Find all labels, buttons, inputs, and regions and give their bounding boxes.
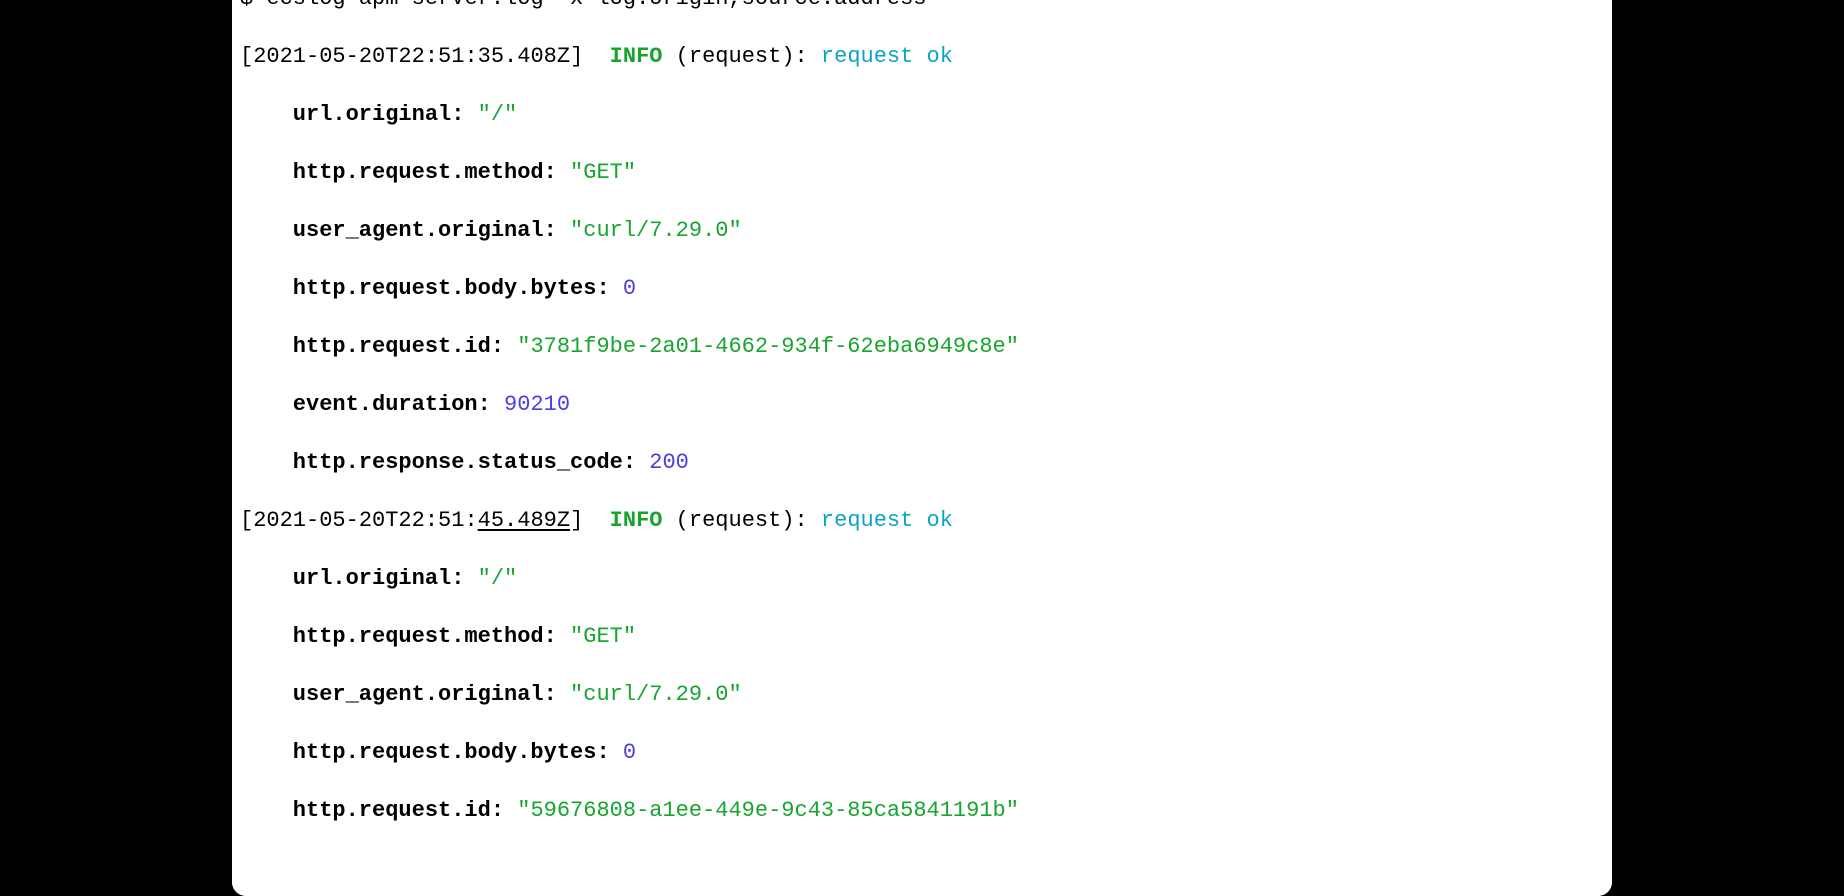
- field-key: http.request.body.bytes: [293, 740, 597, 765]
- log-header: [2021-05-20T22:51:45.489Z] INFO (request…: [240, 506, 1604, 535]
- logger-open: (: [662, 508, 688, 533]
- log-field: user_agent.original: "curl/7.29.0": [240, 680, 1604, 709]
- timestamp: 2021-05-20T22:51:35.408Z: [253, 44, 570, 69]
- field-value: "GET": [570, 624, 636, 649]
- field-value: 0: [623, 740, 636, 765]
- terminal-window: ecslog ⌥⌘2 $ ecslog apm-server.log -x lo…: [232, 0, 1612, 896]
- log-field: http.request.id: "3781f9be-2a01-4662-934…: [240, 332, 1604, 361]
- field-value: 0: [623, 276, 636, 301]
- log-field: http.request.method: "GET": [240, 622, 1604, 651]
- field-value: "/": [478, 102, 518, 127]
- command-text: ecslog apm-server.log -x log.origin,sour…: [266, 0, 926, 11]
- log-field: user_agent.original: "curl/7.29.0": [240, 216, 1604, 245]
- field-key: event.duration: [293, 392, 478, 417]
- logger-close: ):: [781, 508, 821, 533]
- field-value: "59676808-a1ee-449e-9c43-85ca5841191b": [517, 798, 1019, 823]
- field-key: http.response.status_code: [293, 450, 623, 475]
- log-header: [2021-05-20T22:51:35.408Z] INFO (request…: [240, 42, 1604, 71]
- log-level: INFO: [610, 44, 663, 69]
- field-key: http.request.method: [293, 624, 544, 649]
- log-field: http.request.method: "GET": [240, 158, 1604, 187]
- command-line: $ ecslog apm-server.log -x log.origin,so…: [240, 0, 1604, 13]
- log-field: http.request.id: "59676808-a1ee-449e-9c4…: [240, 796, 1604, 825]
- log-field: http.request.body.bytes: 0: [240, 274, 1604, 303]
- field-key: url.original: [293, 566, 451, 591]
- log-field: event.duration: 90210: [240, 390, 1604, 419]
- timestamp-close: ]: [570, 508, 610, 533]
- timestamp-open: [: [240, 44, 253, 69]
- field-key: url.original: [293, 102, 451, 127]
- field-value: "GET": [570, 160, 636, 185]
- log-message: request ok: [821, 508, 953, 533]
- logger-close: ):: [781, 44, 821, 69]
- field-key: http.request.method: [293, 160, 544, 185]
- prompt: $: [240, 0, 266, 11]
- logger-name: request: [689, 44, 781, 69]
- field-value: 90210: [504, 392, 570, 417]
- field-key: http.request.id: [293, 334, 491, 359]
- field-key: user_agent.original: [293, 682, 544, 707]
- log-field: url.original: "/": [240, 100, 1604, 129]
- field-value: "/": [478, 566, 518, 591]
- timestamp-prefix: 2021-05-20T22:51:: [253, 508, 477, 533]
- field-key: http.request.body.bytes: [293, 276, 597, 301]
- log-level: INFO: [610, 508, 663, 533]
- log-field: url.original: "/": [240, 564, 1604, 593]
- log-message: request ok: [821, 44, 953, 69]
- field-key: user_agent.original: [293, 218, 544, 243]
- log-field: http.request.body.bytes: 0: [240, 738, 1604, 767]
- timestamp-close: ]: [570, 44, 610, 69]
- field-key: http.request.id: [293, 798, 491, 823]
- field-value: 200: [649, 450, 689, 475]
- timestamp-diff: 45.489Z: [478, 508, 570, 533]
- timestamp-open: [: [240, 508, 253, 533]
- logger-open: (: [662, 44, 688, 69]
- log-field: http.response.status_code: 200: [240, 448, 1604, 477]
- field-value: "curl/7.29.0": [570, 218, 742, 243]
- field-value: "3781f9be-2a01-4662-934f-62eba6949c8e": [517, 334, 1019, 359]
- terminal-body[interactable]: $ ecslog apm-server.log -x log.origin,so…: [232, 0, 1612, 896]
- logger-name: request: [689, 508, 781, 533]
- field-value: "curl/7.29.0": [570, 682, 742, 707]
